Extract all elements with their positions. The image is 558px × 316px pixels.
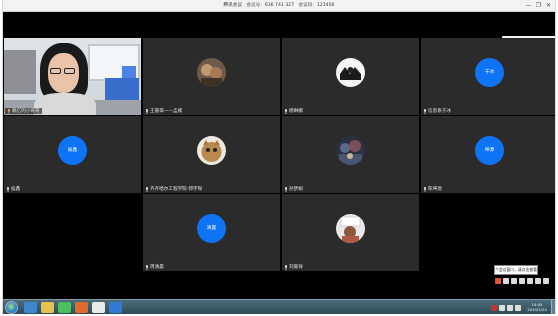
keyboard-icon[interactable] [503,278,509,284]
avatar-photo [336,214,365,243]
meeting-id: 636 741 327 [264,3,295,8]
clock-date: 2020/2/24 [527,307,547,312]
meeting-id-label: 会议号： [246,3,265,8]
avatar [197,58,226,87]
app-icon[interactable] [75,302,88,313]
avatar [197,136,226,165]
flag-icon[interactable] [515,304,521,311]
media-player-icon[interactable] [58,302,71,313]
maximize-button[interactable]: ❐ [534,1,543,10]
participant-tile[interactable]: 清晨 周清晨 [143,194,280,271]
volume-icon[interactable] [507,304,513,311]
participant-name: 周清晨 [145,264,164,270]
system-tray [491,301,521,314]
avatar-photo [336,58,365,87]
meeting-window: 腾讯会议 会议号：636 741 327 会议码：121456 — ❐ ✕ 正在… [2,0,556,314]
avatar [336,136,365,165]
settings-tray-icon[interactable] [519,278,525,284]
participant-tile[interactable]: 坤源 陈坤源 [421,116,555,193]
start-button[interactable] [5,301,18,314]
participant-tile[interactable]: 刘嘉祥 [282,194,419,271]
tray-toolbar [495,277,549,285]
input-method-icon[interactable] [491,304,497,311]
participant-name: 王嘉琪——孟楠 [145,108,182,114]
participant-tile[interactable]: 王嘉琪——孟楠 [143,38,280,115]
mic-icon [285,108,287,114]
ie-icon[interactable] [24,302,37,313]
participant-name: 孙梦娟 [284,186,303,192]
taskbar: 14:45 2020/2/24 [3,299,555,314]
meeting-code: 121456 [316,3,335,8]
participant-tile[interactable]: 于冰 信息系于冰 [421,38,555,115]
participant-name: 刘嘉祥 [284,264,303,270]
network-icon[interactable] [499,304,505,311]
avatar-initials: 侯鑫 [58,136,87,165]
window-title: 腾讯会议 会议号：636 741 327 会议码：121456 [3,2,555,8]
mic-icon [8,108,10,114]
participant-name: 齐齐哈尔工程学院-郭宇琛 [145,186,202,192]
mic-icon [146,108,148,114]
mic-icon [7,186,9,192]
participant-name: 侯鑫 [6,186,20,192]
meeting-tray-icon[interactable] [495,278,501,284]
meeting-app-icon[interactable] [109,302,122,313]
mic-icon [146,264,148,270]
participant-tile-video[interactable]: 赖亿的小哥哥 [4,38,141,115]
participant-name: 信息系于冰 [423,108,451,114]
participant-name: 陈坤源 [423,186,442,192]
avatar [336,58,365,87]
mic-icon [424,108,426,114]
menu-tray-icon[interactable] [543,278,549,284]
title-bar: 腾讯会议 会议号：636 741 327 会议码：121456 — ❐ ✕ [3,0,555,12]
meeting-code-label: 会议码： [298,3,317,8]
participant-tile[interactable]: 侯鑫 侯鑫 [4,116,141,193]
mic-tray-icon[interactable] [511,278,517,284]
app-name: 腾讯会议 [223,3,242,8]
mic-icon [146,186,148,192]
avatar-initials: 清晨 [197,214,226,243]
chrome-icon[interactable] [92,302,105,313]
mic-icon [424,186,426,192]
show-desktop-button[interactable] [551,300,555,314]
avatar-initials: 于冰 [475,58,504,87]
close-button[interactable]: ✕ [544,1,553,10]
avatar [336,214,365,243]
mic-icon [285,264,287,270]
avatar-photo [336,136,365,165]
clock[interactable]: 14:45 2020/2/24 [524,302,550,312]
participant-name: 赖亿的小哥哥 [5,108,42,114]
tooltip: 个会议窗口，请点击查看 [494,265,538,275]
avatar-initials: 坤源 [475,136,504,165]
participant-tile[interactable]: 杨琳娜 [282,38,419,115]
mic-icon [285,186,287,192]
help-tray-icon[interactable] [527,278,533,284]
participant-tile[interactable]: 孙梦娟 [282,116,419,193]
avatar-photo [197,136,226,165]
minimize-button[interactable]: — [524,1,533,10]
folder-icon[interactable] [41,302,54,313]
avatar-photo [197,58,226,87]
participant-name: 杨琳娜 [284,108,303,114]
participant-tile[interactable]: 齐齐哈尔工程学院-郭宇琛 [143,116,280,193]
user-tray-icon[interactable] [535,278,541,284]
